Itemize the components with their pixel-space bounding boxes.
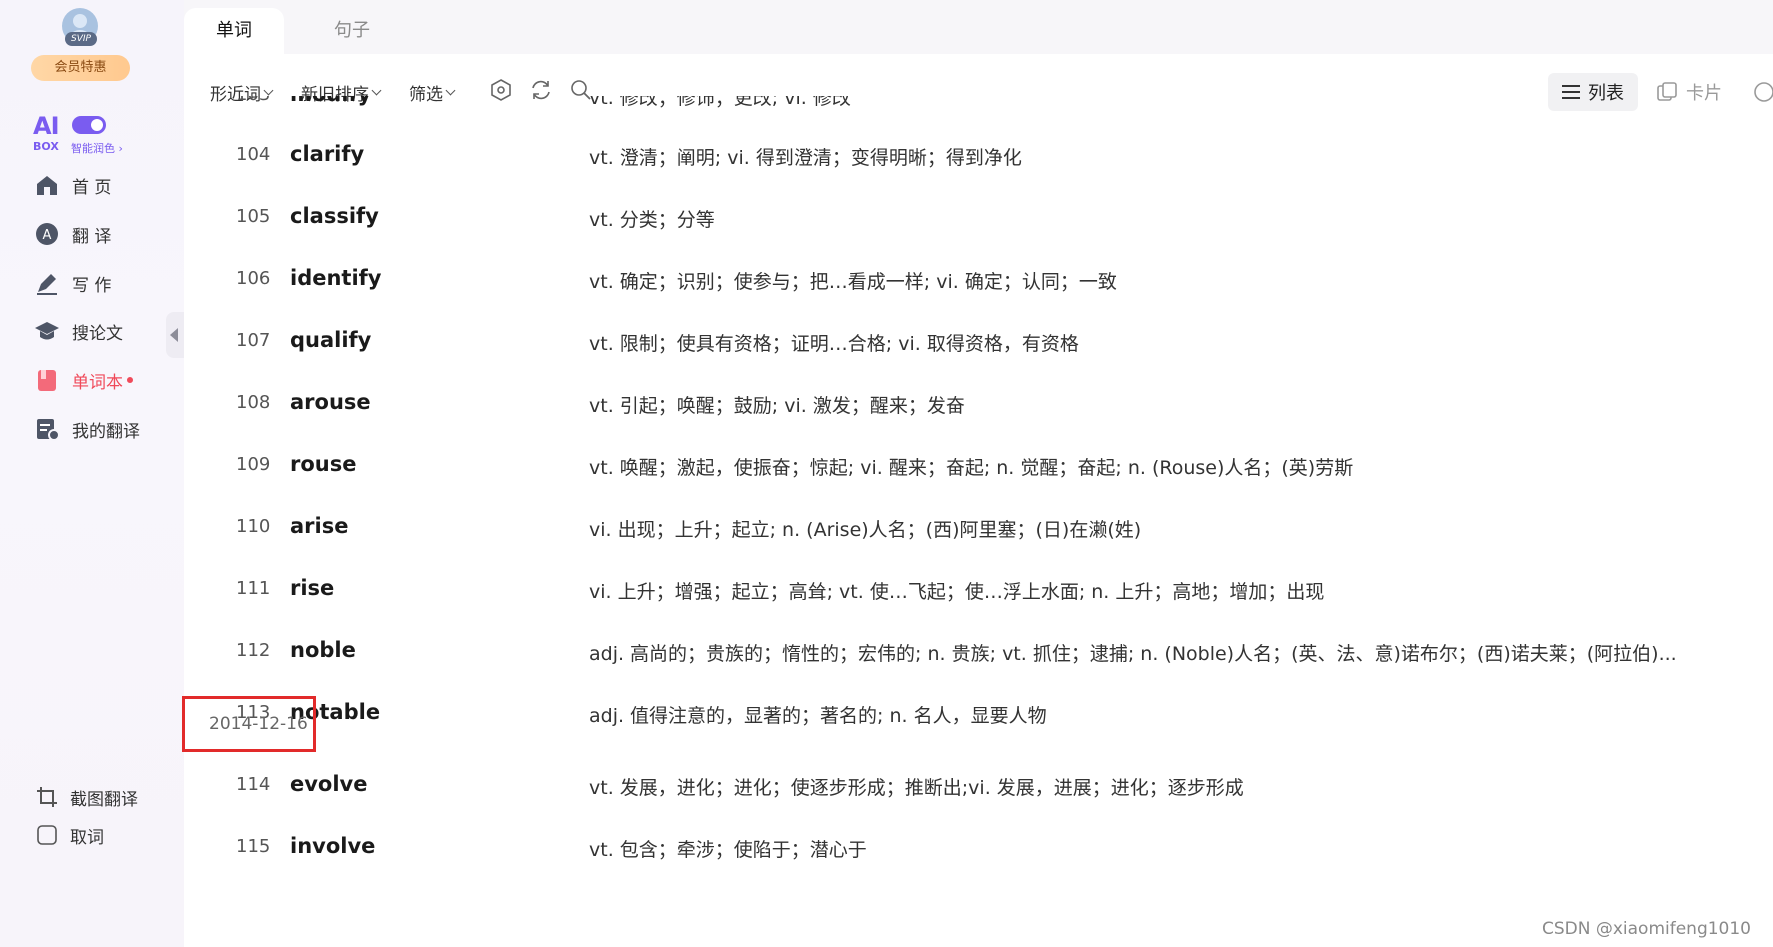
word-index: 109 — [236, 454, 271, 475]
word-definition: vt. 包含；牵涉；使陷于；潜心于 — [589, 839, 867, 861]
word-text: identify — [290, 266, 382, 290]
svg-text:A: A — [43, 228, 52, 243]
checkbox-icon — [36, 824, 58, 846]
svip-badge: SVIP — [65, 32, 97, 46]
screenshot-translate-button[interactable]: 截图翻译 — [36, 784, 138, 810]
home-icon — [34, 172, 60, 198]
main-panel: 单词 句子 形近词 新旧排序 筛选 列表 卡片 vt. 修改；修饰；更改; vi… — [182, 0, 1773, 947]
word-text: classify — [290, 204, 379, 228]
word-row[interactable]: 110 arise vi. 出现；上升；起立; n. (Arise)人名；(西)… — [184, 498, 1773, 560]
avatar-head-shape — [73, 14, 87, 28]
aibox-subtitle: 智能润色 › — [71, 142, 123, 155]
graduation-cap-icon — [34, 318, 60, 344]
word-index: 103 — [236, 96, 276, 105]
word-row[interactable]: 114 evolve vt. 发展，进化；进化；使逐步形成；推断出;vi. 发展… — [184, 756, 1773, 818]
word-row[interactable]: 109 rouse vt. 唤醒；激起，使振奋；惊起; vi. 醒来；奋起; n… — [184, 436, 1773, 498]
word-definition: vt. 分类；分等 — [589, 209, 715, 231]
word-row[interactable]: 107 qualify vt. 限制；使具有资格；证明…合格; vi. 取得资格… — [184, 312, 1773, 374]
nav-item-write[interactable]: 写 作 — [34, 268, 111, 298]
word-index: 114 — [236, 774, 271, 795]
nav-item-label: 写 作 — [72, 275, 112, 296]
word-row[interactable]: 103 modify vt. 修改；修饰；更改; vi. 修改 — [184, 96, 1773, 128]
new-dot-indicator — [127, 377, 133, 383]
nav-item-label: 单词本 — [72, 372, 123, 393]
word-index: 107 — [236, 330, 271, 351]
nav-item-my-translations[interactable]: 我的翻译 — [34, 414, 140, 444]
watermark: CSDN @xiaomifeng1010 — [1541, 919, 1751, 939]
word-row[interactable]: 108 arouse vt. 引起；唤醒；鼓励; vi. 激发；醒来；发奋 — [184, 374, 1773, 436]
chevron-down-icon — [371, 85, 382, 95]
nav-item-translate[interactable]: A 翻 译 — [34, 219, 111, 249]
word-definition: vt. 澄清；阐明; vi. 得到澄清；变得明晰；得到净化 — [589, 147, 1022, 169]
pen-icon — [34, 270, 60, 296]
word-text: qualify — [290, 328, 372, 352]
word-text: rise — [290, 576, 335, 600]
nav-item-label: 搜论文 — [72, 323, 123, 344]
nav-item-label: 翻 译 — [72, 226, 112, 247]
word-definition: vt. 引起；唤醒；鼓励; vi. 激发；醒来；发奋 — [589, 395, 965, 417]
bottom-item-label: 截图翻译 — [70, 789, 138, 810]
word-text: modify — [290, 96, 371, 106]
word-definition: vt. 发展，进化；进化；使逐步形成；推断出;vi. 发展，进展；进化；逐步形成 — [589, 777, 1244, 799]
word-index: 106 — [236, 268, 271, 289]
word-row[interactable]: 104 clarify vt. 澄清；阐明; vi. 得到澄清；变得明晰；得到净… — [184, 126, 1773, 188]
word-row[interactable]: 113 notable adj. 值得注意的，显著的；著名的; n. 名人，显要… — [184, 684, 1773, 746]
vip-offer-button[interactable]: 会员特惠 — [31, 55, 130, 81]
crop-icon — [36, 786, 58, 808]
word-row[interactable]: 115 involve vt. 包含；牵涉；使陷于；潜心于 — [184, 818, 1773, 880]
word-text: involve — [290, 834, 376, 858]
tab-words[interactable]: 单词 — [184, 8, 284, 54]
chevron-down-icon — [263, 85, 274, 95]
sidebar: SVIP 会员特惠 AI BOX 智能润色 › 首 页 A 翻 译 写 作 搜论… — [0, 0, 184, 947]
chevron-down-icon — [445, 85, 456, 95]
nav-item-papers[interactable]: 搜论文 — [34, 316, 123, 346]
aibox-polish-button[interactable]: AI BOX 智能润色 › — [33, 112, 143, 155]
word-text: clarify — [290, 142, 365, 166]
ai-logo: AI — [33, 112, 59, 140]
word-index: 115 — [236, 836, 271, 857]
word-text: noble — [290, 638, 356, 662]
nav-item-label: 首 页 — [72, 177, 112, 198]
word-row[interactable]: 105 classify vt. 分类；分等 — [184, 188, 1773, 250]
word-text: rouse — [290, 452, 357, 476]
word-definition: vi. 出现；上升；起立; n. (Arise)人名；(西)阿里塞；(日)在濑(… — [589, 519, 1142, 541]
word-definition: adj. 高尚的；贵族的；惰性的；宏伟的; n. 贵族; vt. 抓住；逮捕; … — [589, 643, 1677, 665]
word-definition: vt. 修改；修饰；更改; vi. 修改 — [589, 96, 851, 109]
nav-item-label: 我的翻译 — [72, 421, 140, 442]
word-row[interactable]: 106 identify vt. 确定；识别；使参与；把…看成一样; vi. 确… — [184, 250, 1773, 312]
word-index: 112 — [236, 640, 271, 661]
word-definition: vt. 确定；识别；使参与；把…看成一样; vi. 确定；认同；一致 — [589, 271, 1117, 293]
word-index: 105 — [236, 206, 271, 227]
word-text: arise — [290, 514, 349, 538]
word-index: 108 — [236, 392, 271, 413]
date-group-header: 2014-12-16 — [182, 696, 316, 752]
word-text: evolve — [290, 772, 368, 796]
word-definition: vt. 唤醒；激起，使振奋；惊起; vi. 醒来；奋起; n. 觉醒；奋起; n… — [589, 457, 1354, 479]
wordbook-icon — [34, 367, 60, 393]
date-group-label: 2014-12-16 — [209, 714, 308, 734]
word-capture-toggle[interactable]: 取词 — [36, 822, 104, 848]
tab-bar: 单词 句子 — [184, 0, 1773, 54]
word-row[interactable]: 112 noble adj. 高尚的；贵族的；惰性的；宏伟的; n. 贵族; v… — [184, 622, 1773, 684]
word-index: 111 — [236, 578, 271, 599]
word-index: 104 — [236, 144, 271, 165]
word-text: arouse — [290, 390, 371, 414]
aibox-toggle-icon — [72, 116, 106, 134]
tab-sentences[interactable]: 句子 — [302, 8, 402, 54]
aibox-box-label: BOX — [33, 140, 59, 153]
word-definition: vi. 上升；增强；起立；高耸; vt. 使…飞起；使…浮上水面; n. 上升；… — [589, 581, 1325, 603]
sidebar-collapse-button[interactable] — [166, 312, 184, 358]
word-row[interactable]: 111 rise vi. 上升；增强；起立；高耸; vt. 使…飞起；使…浮上水… — [184, 560, 1773, 622]
word-definition: vt. 限制；使具有资格；证明…合格; vi. 取得资格，有资格 — [589, 333, 1079, 355]
word-index: 110 — [236, 516, 271, 537]
my-translation-icon — [34, 416, 60, 442]
word-definition: adj. 值得注意的，显著的；著名的; n. 名人，显要人物 — [589, 705, 1047, 727]
nav-item-wordbook[interactable]: 单词本 — [34, 365, 133, 395]
bottom-item-label: 取词 — [70, 827, 104, 848]
nav-item-home[interactable]: 首 页 — [34, 170, 111, 200]
translate-icon: A — [34, 221, 60, 247]
